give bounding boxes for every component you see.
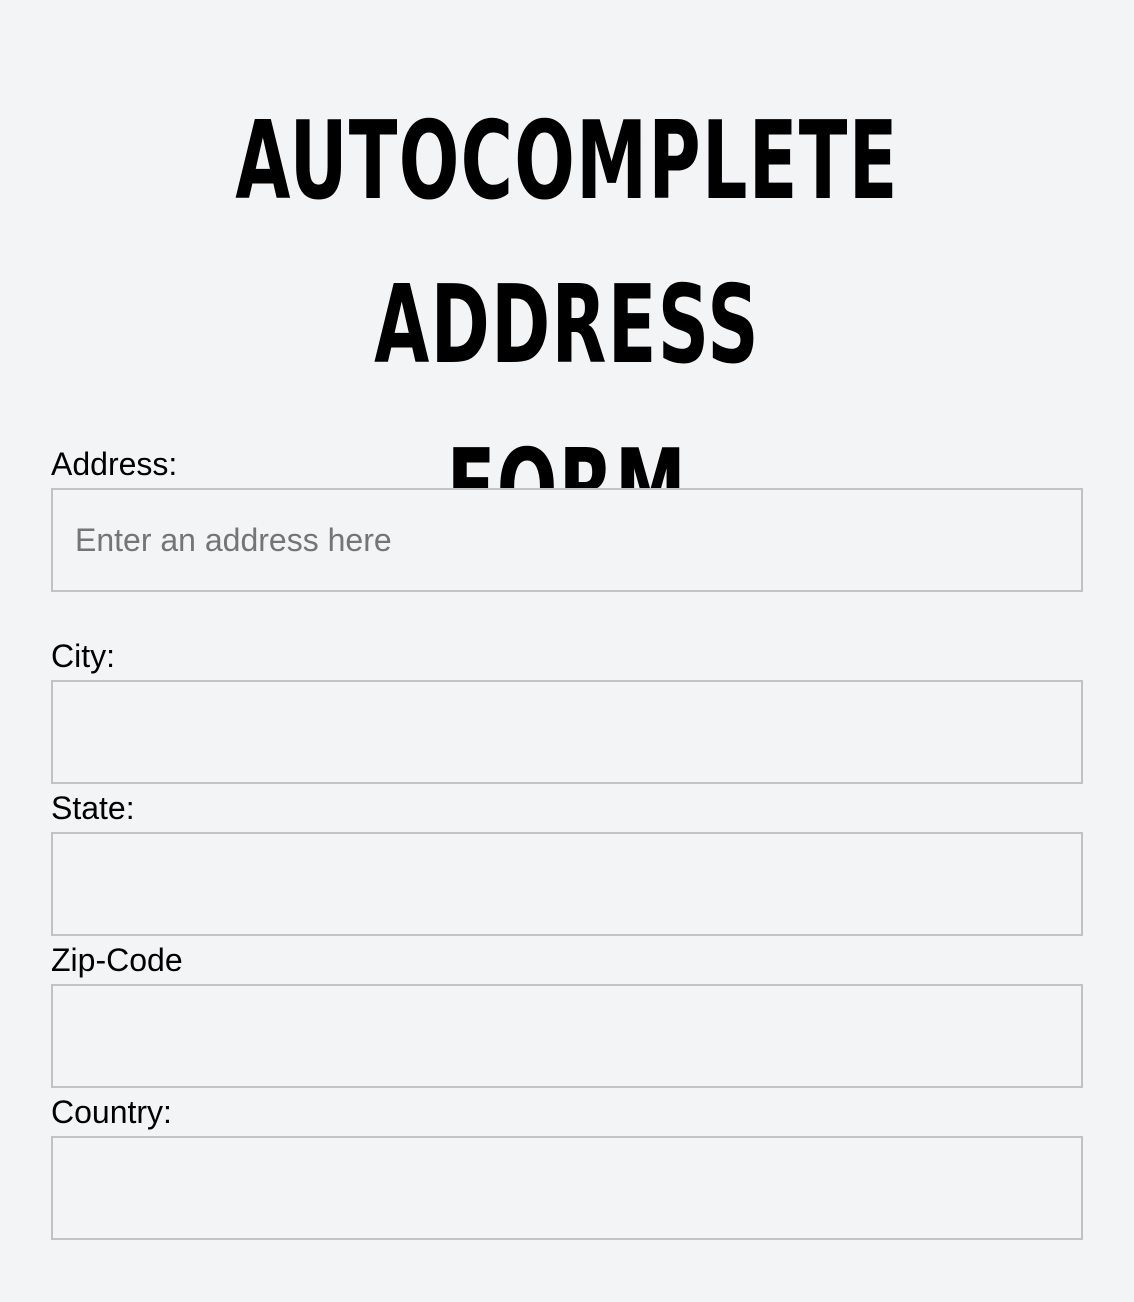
city-label: City: (51, 638, 115, 674)
page-title-line-1: Autocomplete Address (235, 99, 899, 388)
zip-code-input[interactable] (51, 984, 1083, 1088)
country-label: Country: (51, 1094, 172, 1130)
state-label: State: (51, 790, 135, 826)
address-label: Address: (51, 446, 178, 482)
zip-code-label: Zip-Code (51, 942, 183, 978)
state-input[interactable] (51, 832, 1083, 936)
address-input[interactable] (51, 488, 1083, 592)
city-input[interactable] (51, 680, 1083, 784)
country-input[interactable] (51, 1136, 1083, 1240)
